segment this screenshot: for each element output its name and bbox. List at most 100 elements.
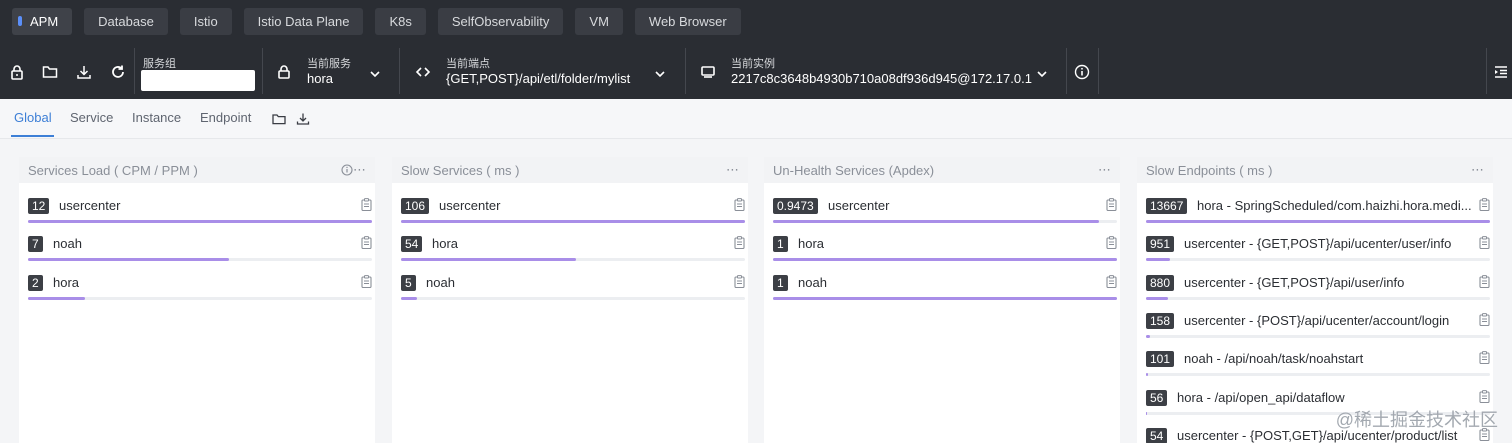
copy-icon[interactable]	[361, 236, 372, 250]
panel: Slow Services ( ms ) ⋯ 106 usercenter 54 hora…	[392, 157, 748, 443]
list-item[interactable]: 7 noah	[28, 236, 372, 272]
list-item[interactable]: 13667 hora - SpringScheduled/com.haizhi.h…	[1146, 198, 1490, 234]
list-item[interactable]: 880 usercenter - {GET,POST}/api/user/info	[1146, 274, 1490, 311]
lock-icon[interactable]	[9, 64, 25, 80]
copy-icon[interactable]	[734, 236, 745, 250]
item-name: hora	[798, 236, 825, 252]
service-group-input[interactable]	[141, 70, 255, 91]
value-badge: 106	[401, 198, 430, 214]
copy-icon[interactable]	[1106, 236, 1117, 250]
panel-header: Slow Endpoints ( ms ) ⋯	[1137, 157, 1493, 183]
panel-title: Slow Services ( ms )	[401, 163, 520, 178]
folder-icon[interactable]	[42, 64, 58, 80]
dashboard-tabs: Global Service Instance Endpoint	[0, 99, 1512, 139]
progress-track	[1146, 296, 1490, 300]
copy-icon[interactable]	[734, 274, 745, 288]
nav-istio-data-plane[interactable]: Istio Data Plane	[243, 7, 364, 35]
panel-title: Un-Health Services (Apdex)	[773, 163, 935, 178]
copy-icon[interactable]	[734, 198, 745, 211]
value-badge: 12	[28, 198, 50, 214]
more-options-icon[interactable]: ⋯	[353, 162, 367, 178]
service-group-label: 服务组	[143, 58, 176, 70]
copy-icon[interactable]	[1479, 312, 1490, 326]
nav-istio[interactable]: Istio	[179, 7, 232, 35]
progress-track	[773, 258, 1117, 262]
info-icon[interactable]	[341, 164, 353, 176]
panel-title: Slow Endpoints ( ms )	[1146, 163, 1273, 178]
copy-icon[interactable]	[361, 274, 372, 288]
toolbar: 服务组 当前服务 hora 当前端点 {GET,POST}/api/etl/fo…	[0, 42, 1512, 99]
copy-icon[interactable]	[1479, 389, 1490, 403]
refresh-icon[interactable]	[110, 64, 126, 80]
item-name: noah - /api/noah/task/noahstart	[1184, 351, 1364, 367]
list-item[interactable]: 951 usercenter - {GET,POST}/api/ucenter/u…	[1146, 236, 1490, 272]
item-name: usercenter	[59, 198, 121, 213]
list-item[interactable]: 1 hora	[773, 236, 1117, 272]
list-item[interactable]: 106 usercenter	[401, 198, 745, 234]
tab-instance[interactable]: Instance	[132, 110, 181, 125]
panel-header: Slow Services ( ms ) ⋯	[392, 157, 748, 183]
progress-fill	[773, 296, 1117, 300]
panel-header: Services Load ( CPM / PPM ) ⋯	[19, 157, 375, 183]
chevron-down-icon[interactable]	[1036, 68, 1048, 80]
list-item[interactable]: 0.9473 usercenter	[773, 198, 1117, 234]
top-nav: APM Database Istio Istio Data Plane K8s …	[0, 0, 1512, 42]
nav-apm[interactable]: APM	[12, 7, 73, 35]
current-service-value[interactable]: hora	[307, 71, 333, 86]
item-name: noah	[53, 236, 82, 252]
code-icon	[415, 64, 431, 80]
more-options-icon[interactable]: ⋯	[1098, 162, 1112, 178]
watermark: @稀土掘金技术社区	[1335, 410, 1498, 430]
current-endpoint-value[interactable]: {GET,POST}/api/etl/folder/mylist	[446, 71, 630, 86]
tab-service[interactable]: Service	[70, 110, 113, 125]
copy-icon[interactable]	[1479, 198, 1490, 211]
panel: Un-Health Services (Apdex) ⋯ 0.9473 usercen…	[764, 157, 1120, 443]
copy-icon[interactable]	[361, 198, 372, 211]
nav-database[interactable]: Database	[84, 7, 168, 35]
active-indicator-icon	[18, 16, 22, 26]
download-icon[interactable]	[296, 112, 310, 126]
value-badge: 880	[1146, 274, 1175, 291]
progress-track	[401, 296, 745, 300]
copy-icon[interactable]	[1106, 274, 1117, 288]
chevron-down-icon[interactable]	[654, 68, 666, 80]
list-item[interactable]: 101 noah - /api/noah/task/noahstart	[1146, 351, 1490, 387]
copy-icon[interactable]	[1106, 198, 1117, 211]
current-service-label: 当前服务	[307, 58, 351, 70]
item-name: hora	[53, 274, 80, 290]
list-item[interactable]: 2 hora	[28, 274, 372, 311]
progress-track	[1146, 334, 1490, 338]
item-name: usercenter	[439, 198, 501, 213]
nav-web-browser[interactable]: Web Browser	[634, 7, 741, 35]
panel-header: Un-Health Services (Apdex) ⋯	[764, 157, 1120, 183]
list-item[interactable]: 158 usercenter - {POST}/api/ucenter/accou…	[1146, 312, 1490, 349]
copy-icon[interactable]	[1479, 236, 1490, 250]
menu-indent-icon[interactable]	[1493, 64, 1509, 80]
current-instance-value[interactable]: 2217c8c3648b4930b710a08df936d945@172.17.…	[731, 71, 1032, 86]
info-icon[interactable]	[1074, 64, 1090, 80]
progress-fill	[28, 296, 86, 300]
list-item[interactable]: 12 usercenter	[28, 198, 372, 234]
list-item[interactable]: 1 noah	[773, 274, 1117, 311]
item-name: usercenter	[828, 198, 890, 213]
item-name: noah	[426, 274, 455, 290]
nav-self-observability[interactable]: SelfObservability	[437, 7, 564, 35]
tab-endpoint[interactable]: Endpoint	[200, 110, 251, 125]
more-options-icon[interactable]: ⋯	[1471, 162, 1485, 178]
list-item[interactable]: 54 hora	[401, 236, 745, 272]
download-icon[interactable]	[76, 64, 92, 80]
progress-fill	[1146, 258, 1171, 262]
toolbar-divider	[1098, 48, 1099, 94]
more-options-icon[interactable]: ⋯	[726, 162, 740, 178]
folder-icon[interactable]	[272, 112, 286, 126]
value-badge: 54	[1146, 427, 1168, 443]
copy-icon[interactable]	[1479, 274, 1490, 288]
nav-k8s[interactable]: K8s	[375, 7, 426, 35]
copy-icon[interactable]	[1479, 351, 1490, 365]
toolbar-divider	[262, 48, 263, 94]
chevron-down-icon[interactable]	[369, 68, 381, 80]
toolbar-divider	[134, 48, 135, 94]
nav-vm[interactable]: VM	[575, 7, 623, 35]
tab-global[interactable]: Global	[14, 110, 52, 125]
list-item[interactable]: 5 noah	[401, 274, 745, 311]
